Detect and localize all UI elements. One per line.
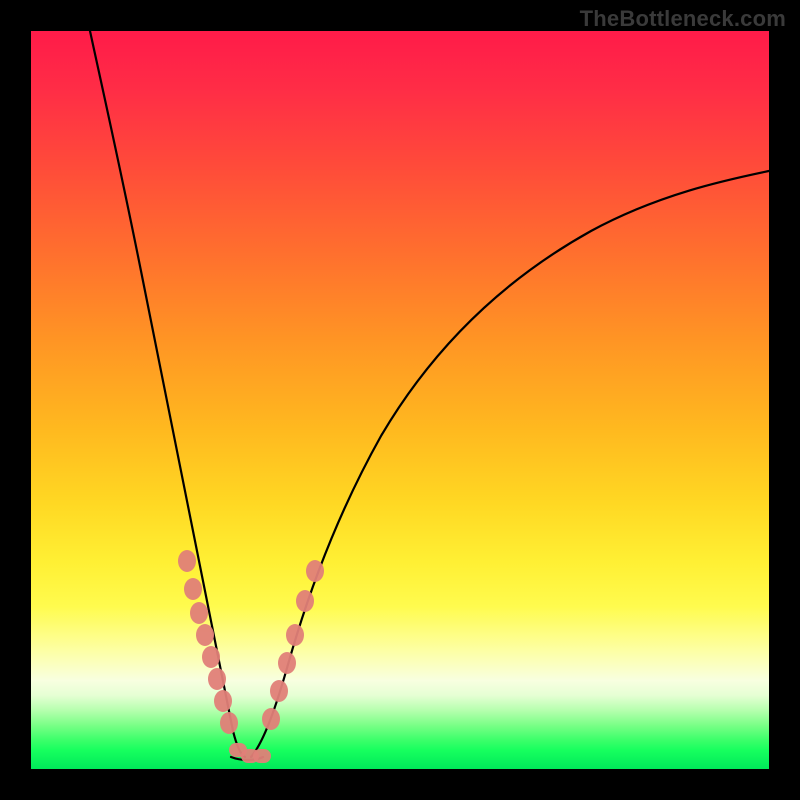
plot-area — [31, 31, 769, 769]
chart-frame: TheBottleneck.com — [0, 0, 800, 800]
marker-left — [190, 602, 208, 624]
marker-right — [296, 590, 314, 612]
marker-left — [214, 690, 232, 712]
marker-trough — [253, 749, 271, 763]
marker-right — [270, 680, 288, 702]
marker-left — [208, 668, 226, 690]
marker-left — [202, 646, 220, 668]
marker-left — [220, 712, 238, 734]
watermark-text: TheBottleneck.com — [580, 6, 786, 32]
marker-right — [278, 652, 296, 674]
marker-right — [306, 560, 324, 582]
chart-svg — [31, 31, 769, 769]
left-curve — [90, 31, 245, 757]
marker-left — [178, 550, 196, 572]
marker-left — [196, 624, 214, 646]
marker-right — [286, 624, 304, 646]
marker-right — [262, 708, 280, 730]
right-curve — [251, 171, 769, 757]
marker-left — [184, 578, 202, 600]
